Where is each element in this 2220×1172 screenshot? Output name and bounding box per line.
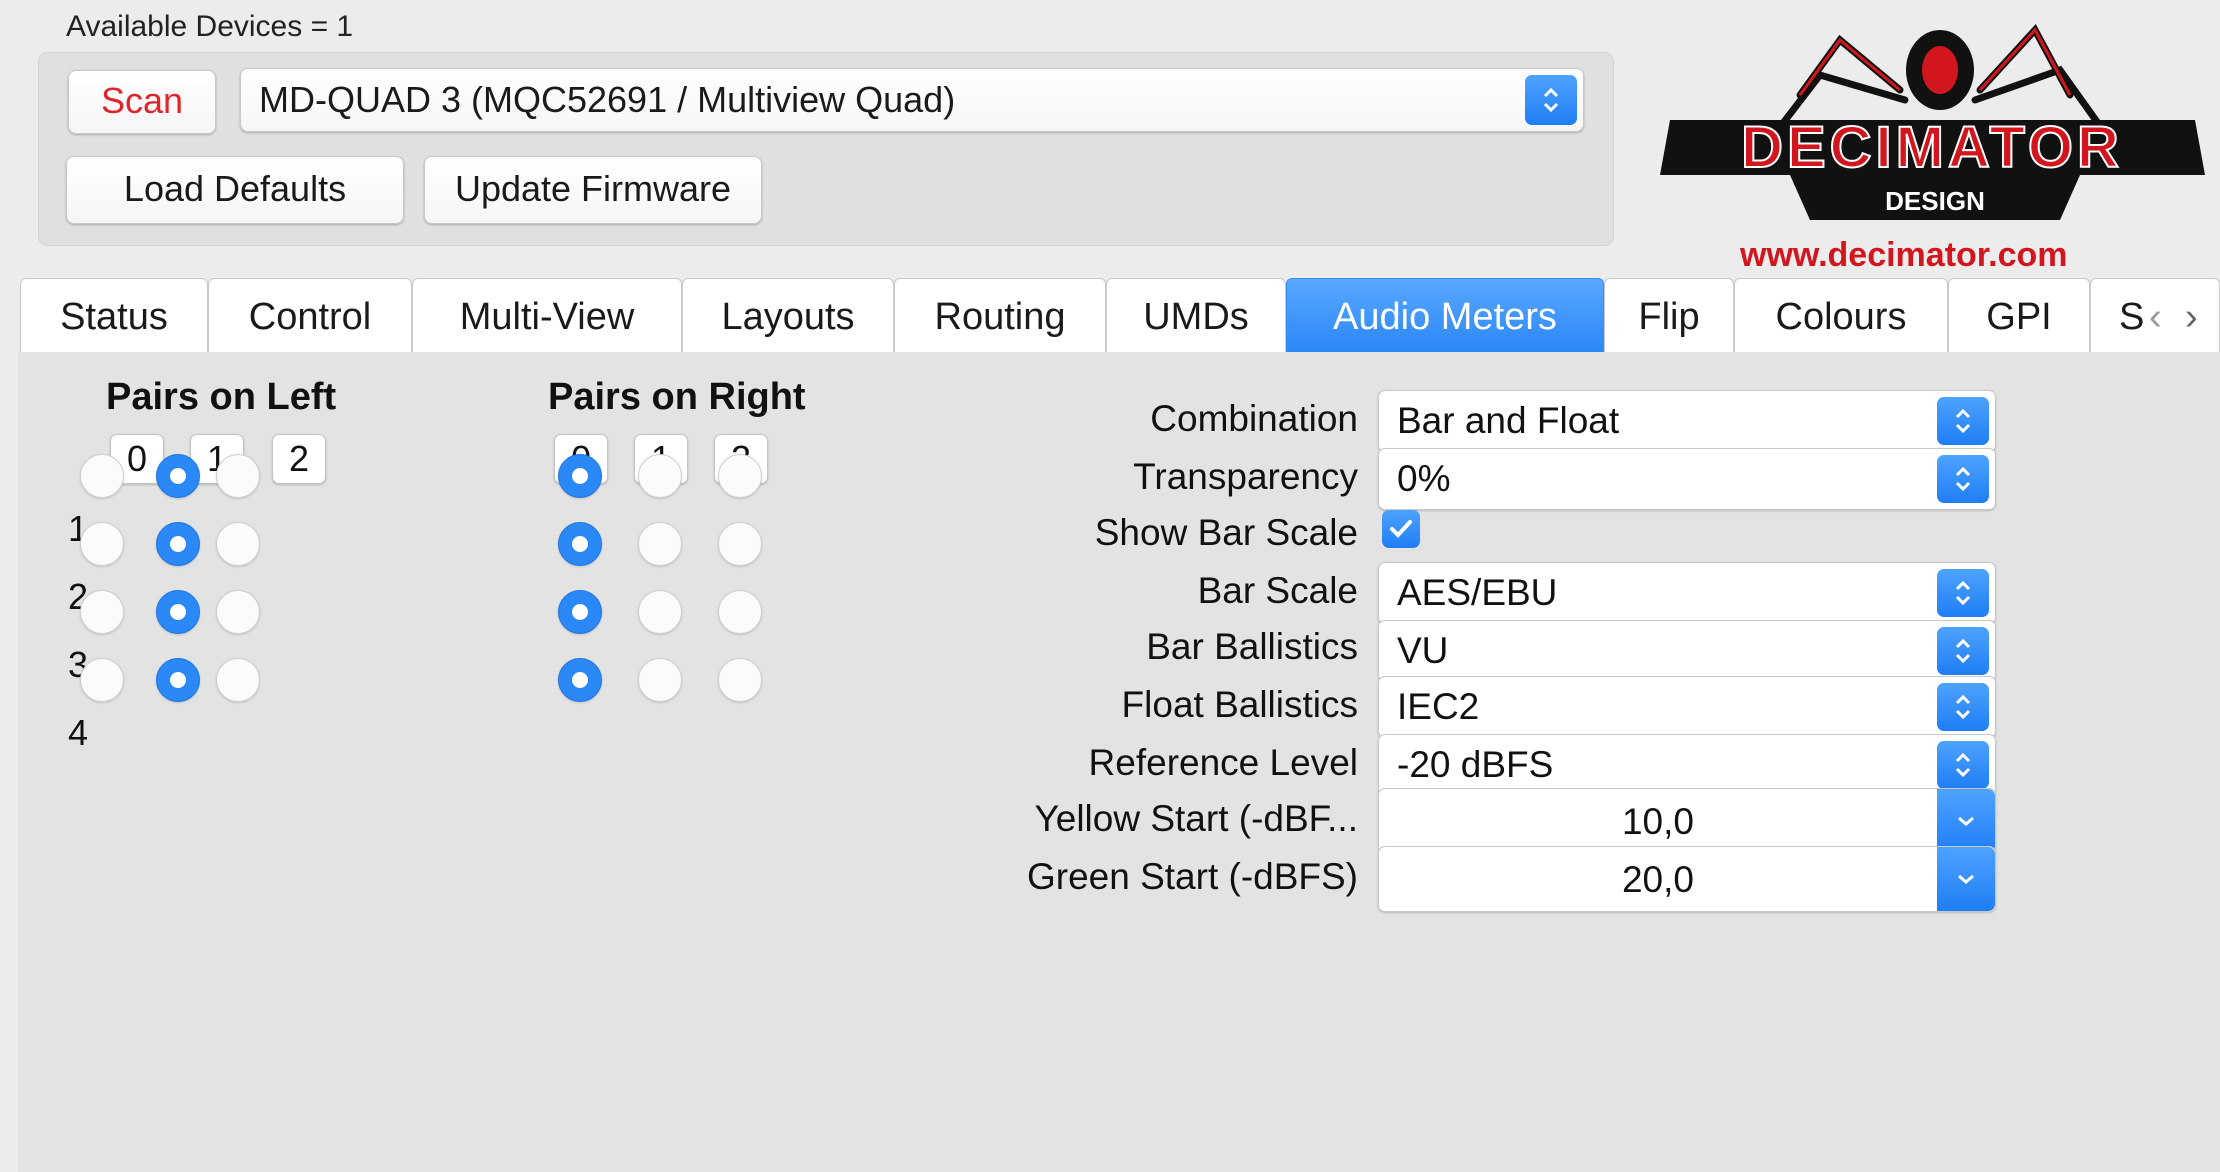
scan-button[interactable]: Scan bbox=[68, 70, 216, 134]
tab-control[interactable]: Control bbox=[208, 278, 412, 352]
device-select-value: MD-QUAD 3 (MQC52691 / Multiview Quad) bbox=[259, 79, 956, 120]
reference-level-label: Reference Level bbox=[1088, 742, 1358, 783]
updown-stepper-icon bbox=[1525, 75, 1577, 125]
chevron-down-icon[interactable] bbox=[1937, 847, 1995, 911]
green-start-combo[interactable]: 20,0 bbox=[1378, 846, 1996, 912]
tab-umds[interactable]: UMDs bbox=[1106, 278, 1286, 352]
tab-colours[interactable]: Colours bbox=[1734, 278, 1948, 352]
yellow-start-label: Yellow Start (-dBF... bbox=[1034, 798, 1358, 839]
tab-s[interactable]: S ‹ › bbox=[2090, 278, 2220, 352]
show-bar-scale-checkbox[interactable] bbox=[1382, 510, 1420, 548]
device-select[interactable]: MD-QUAD 3 (MQC52691 / Multiview Quad) bbox=[240, 68, 1584, 132]
bar-scale-label: Bar Scale bbox=[1197, 570, 1358, 611]
tab-bar: Status Control Multi-View Layouts Routin… bbox=[0, 278, 2220, 354]
float-ballistics-value: IEC2 bbox=[1397, 686, 1480, 727]
reference-level-value: -20 dBFS bbox=[1397, 744, 1554, 785]
transparency-select[interactable]: 0% bbox=[1378, 448, 1996, 510]
tab-scroll-left-icon[interactable]: ‹ bbox=[2149, 279, 2162, 355]
bar-scale-select[interactable]: AES/EBU bbox=[1378, 562, 1996, 624]
updown-stepper-icon bbox=[1937, 741, 1989, 789]
checkmark-icon bbox=[1390, 520, 1412, 538]
transparency-value: 0% bbox=[1397, 458, 1451, 499]
tab-routing[interactable]: Routing bbox=[894, 278, 1106, 352]
transparency-label: Transparency bbox=[1133, 456, 1358, 497]
updown-stepper-icon bbox=[1937, 455, 1989, 503]
available-devices-label: Available Devices = 1 bbox=[66, 10, 354, 43]
tab-audio-meters[interactable]: Audio Meters bbox=[1286, 278, 1604, 352]
updown-stepper-icon bbox=[1937, 397, 1989, 445]
tab-flip[interactable]: Flip bbox=[1604, 278, 1734, 352]
tab-scroll-right-icon[interactable]: › bbox=[2185, 279, 2198, 355]
float-ballistics-select[interactable]: IEC2 bbox=[1378, 676, 1996, 738]
tab-gpi[interactable]: GPI bbox=[1948, 278, 2090, 352]
green-start-value[interactable]: 20,0 bbox=[1379, 847, 1937, 913]
float-ballistics-label: Float Ballistics bbox=[1121, 684, 1358, 725]
updown-stepper-icon bbox=[1937, 627, 1989, 675]
bar-ballistics-select[interactable]: VU bbox=[1378, 620, 1996, 682]
app-window: Available Devices = 1 Scan MD-QUAD 3 (MQ… bbox=[0, 0, 2220, 1172]
show-bar-scale-label: Show Bar Scale bbox=[1094, 512, 1358, 553]
bar-ballistics-label: Bar Ballistics bbox=[1146, 626, 1358, 667]
logo-sub-text: DESIGN bbox=[1885, 186, 1985, 216]
reference-level-select[interactable]: -20 dBFS bbox=[1378, 734, 1996, 796]
logo-brand-text: DECIMATOR bbox=[1741, 115, 2123, 180]
update-firmware-button[interactable]: Update Firmware bbox=[424, 156, 762, 224]
bar-scale-value: AES/EBU bbox=[1397, 572, 1558, 613]
load-defaults-button[interactable]: Load Defaults bbox=[66, 156, 404, 224]
updown-stepper-icon bbox=[1937, 569, 1989, 617]
tab-s-label: S bbox=[2119, 296, 2145, 338]
audio-meters-panel: Pairs on Left 0 1 2 1 2 3 4 Pairs on Rig… bbox=[18, 352, 2220, 1172]
updown-stepper-icon bbox=[1937, 683, 1989, 731]
bar-ballistics-value: VU bbox=[1397, 630, 1449, 671]
combination-value: Bar and Float bbox=[1397, 400, 1620, 441]
website-url: www.decimator.com bbox=[1740, 236, 2068, 274]
yellow-start-combo[interactable]: 10,0 bbox=[1378, 788, 1996, 854]
green-start-label: Green Start (-dBFS) bbox=[1026, 856, 1358, 897]
combination-select[interactable]: Bar and Float bbox=[1378, 390, 1996, 452]
combination-label: Combination bbox=[1150, 398, 1358, 439]
tab-layouts[interactable]: Layouts bbox=[682, 278, 894, 352]
tab-multi-view[interactable]: Multi-View bbox=[412, 278, 682, 352]
tab-status[interactable]: Status bbox=[20, 278, 208, 352]
chevron-down-icon[interactable] bbox=[1937, 789, 1995, 853]
